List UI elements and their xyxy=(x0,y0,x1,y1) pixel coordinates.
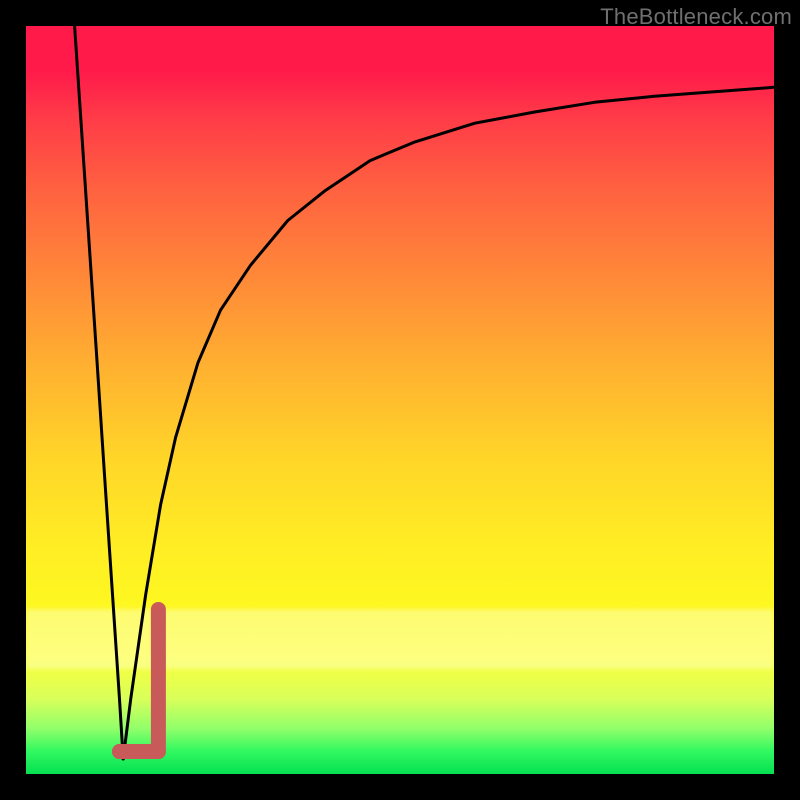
j-marker-foot-dot xyxy=(112,744,127,759)
chart-frame: TheBottleneck.com xyxy=(0,0,800,800)
curve-right-branch xyxy=(123,87,774,759)
curves-svg xyxy=(26,26,774,774)
curve-group xyxy=(75,26,774,759)
watermark-label: TheBottleneck.com xyxy=(600,4,792,30)
curve-left-branch xyxy=(75,26,124,759)
plot-area xyxy=(26,26,774,774)
